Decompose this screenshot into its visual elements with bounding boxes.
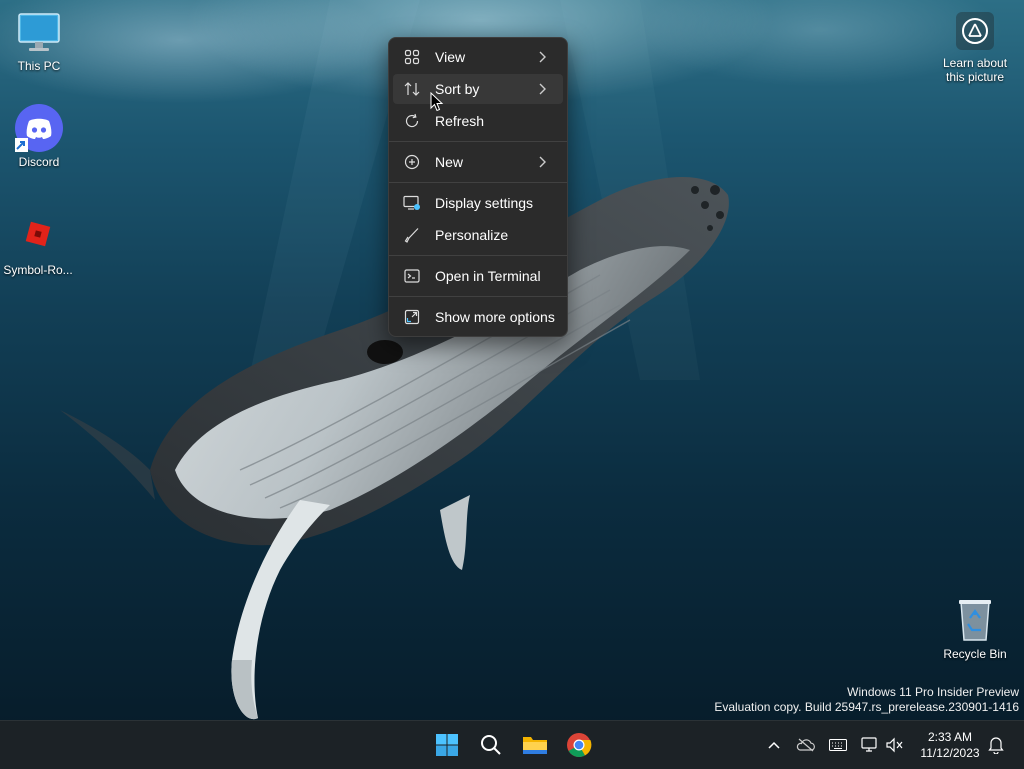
mouse-cursor-icon [430, 92, 444, 112]
desktop-icon-label: This PC [17, 59, 61, 73]
grid-icon [403, 48, 421, 66]
clock-date: 11/12/2023 [920, 746, 980, 760]
show-hidden-icons-button[interactable] [763, 735, 785, 755]
refresh-icon [403, 112, 421, 130]
desktop-icon-discord[interactable]: Discord [1, 104, 77, 169]
file-explorer-icon [523, 737, 547, 754]
menu-item-new[interactable]: New [393, 147, 563, 177]
chrome-icon [567, 733, 592, 758]
display-icon [403, 194, 421, 212]
keyboard-icon [829, 739, 847, 751]
menu-item-open-in-terminal[interactable]: Open in Terminal [393, 261, 563, 291]
watermark-line2: Evaluation copy. Build 25947.rs_prerelea… [714, 700, 1019, 714]
monitor-icon [15, 8, 63, 56]
desktop-icon-recycle-bin[interactable]: Recycle Bin [937, 596, 1013, 661]
menu-item-sort-by[interactable]: Sort by [393, 74, 563, 104]
chevron-right-icon [539, 83, 546, 95]
volume-muted-icon [886, 737, 903, 753]
chevron-up-icon [768, 741, 780, 749]
menu-item-label: Refresh [435, 113, 485, 129]
sort-icon [403, 80, 421, 98]
menu-separator [389, 296, 567, 297]
roblox-icon [14, 212, 62, 260]
desktop-icon-label: Recycle Bin [943, 647, 1007, 661]
menu-separator [389, 255, 567, 256]
terminal-icon [403, 267, 421, 285]
start-button[interactable] [431, 729, 463, 761]
menu-item-refresh[interactable]: Refresh [393, 106, 563, 136]
menu-item-label: New [435, 154, 464, 170]
chrome-button[interactable] [563, 729, 595, 761]
menu-separator [389, 182, 567, 183]
clock-time: 2:33 AM [927, 730, 973, 744]
learn-about-line1: Learn about [942, 56, 1008, 70]
plus-circle-icon [403, 153, 421, 171]
bell-icon [988, 737, 1004, 754]
menu-item-personalize[interactable]: Personalize [393, 220, 563, 250]
network-icon [861, 737, 877, 752]
camera-lens-icon [956, 12, 994, 50]
watermark-line1: Windows 11 Pro Insider Preview [847, 685, 1019, 699]
start-icon [436, 734, 458, 756]
network-tray[interactable] [859, 735, 881, 755]
menu-separator [389, 141, 567, 142]
learn-about-picture[interactable]: Learn about this picture [938, 12, 1012, 84]
search-icon [481, 735, 501, 755]
discord-icon [14, 104, 63, 152]
notification-center-button[interactable] [985, 735, 1007, 755]
brush-icon [403, 226, 421, 244]
menu-item-label: Personalize [435, 227, 509, 243]
search-button[interactable] [475, 729, 507, 761]
chevron-right-icon [539, 51, 546, 63]
desktop-icon-symbol-roblox[interactable]: Symbol-Ro... [0, 212, 76, 277]
menu-item-view[interactable]: View [393, 42, 563, 72]
desktop-context-menu: View Sort by Refresh New Display setting… [388, 37, 568, 337]
menu-item-label: Show more options [435, 309, 555, 325]
volume-tray[interactable] [884, 735, 906, 755]
taskbar-clock[interactable]: 2:33 AM 11/12/2023 [912, 729, 988, 761]
expand-icon [403, 308, 421, 326]
recycle-bin-icon [951, 596, 999, 644]
chevron-right-icon [539, 156, 546, 168]
menu-item-label: View [435, 49, 466, 65]
menu-item-show-more-options[interactable]: Show more options [393, 302, 563, 332]
evaluation-watermark: Windows 11 Pro Insider Preview Evaluatio… [714, 685, 1019, 715]
menu-item-display-settings[interactable]: Display settings [393, 188, 563, 218]
onedrive-icon [796, 738, 815, 752]
touch-keyboard-tray[interactable] [827, 735, 849, 755]
taskbar: 2:33 AM 11/12/2023 [0, 720, 1024, 769]
desktop-icon-this-pc[interactable]: This PC [1, 8, 77, 73]
desktop-icon-label: Discord [18, 155, 60, 169]
onedrive-tray[interactable] [795, 735, 817, 755]
menu-item-label: Open in Terminal [435, 268, 541, 284]
menu-item-label: Display settings [435, 195, 534, 211]
learn-about-line2: this picture [945, 70, 1005, 84]
file-explorer-button[interactable] [519, 729, 551, 761]
desktop-icon-label: Symbol-Ro... [3, 263, 73, 277]
